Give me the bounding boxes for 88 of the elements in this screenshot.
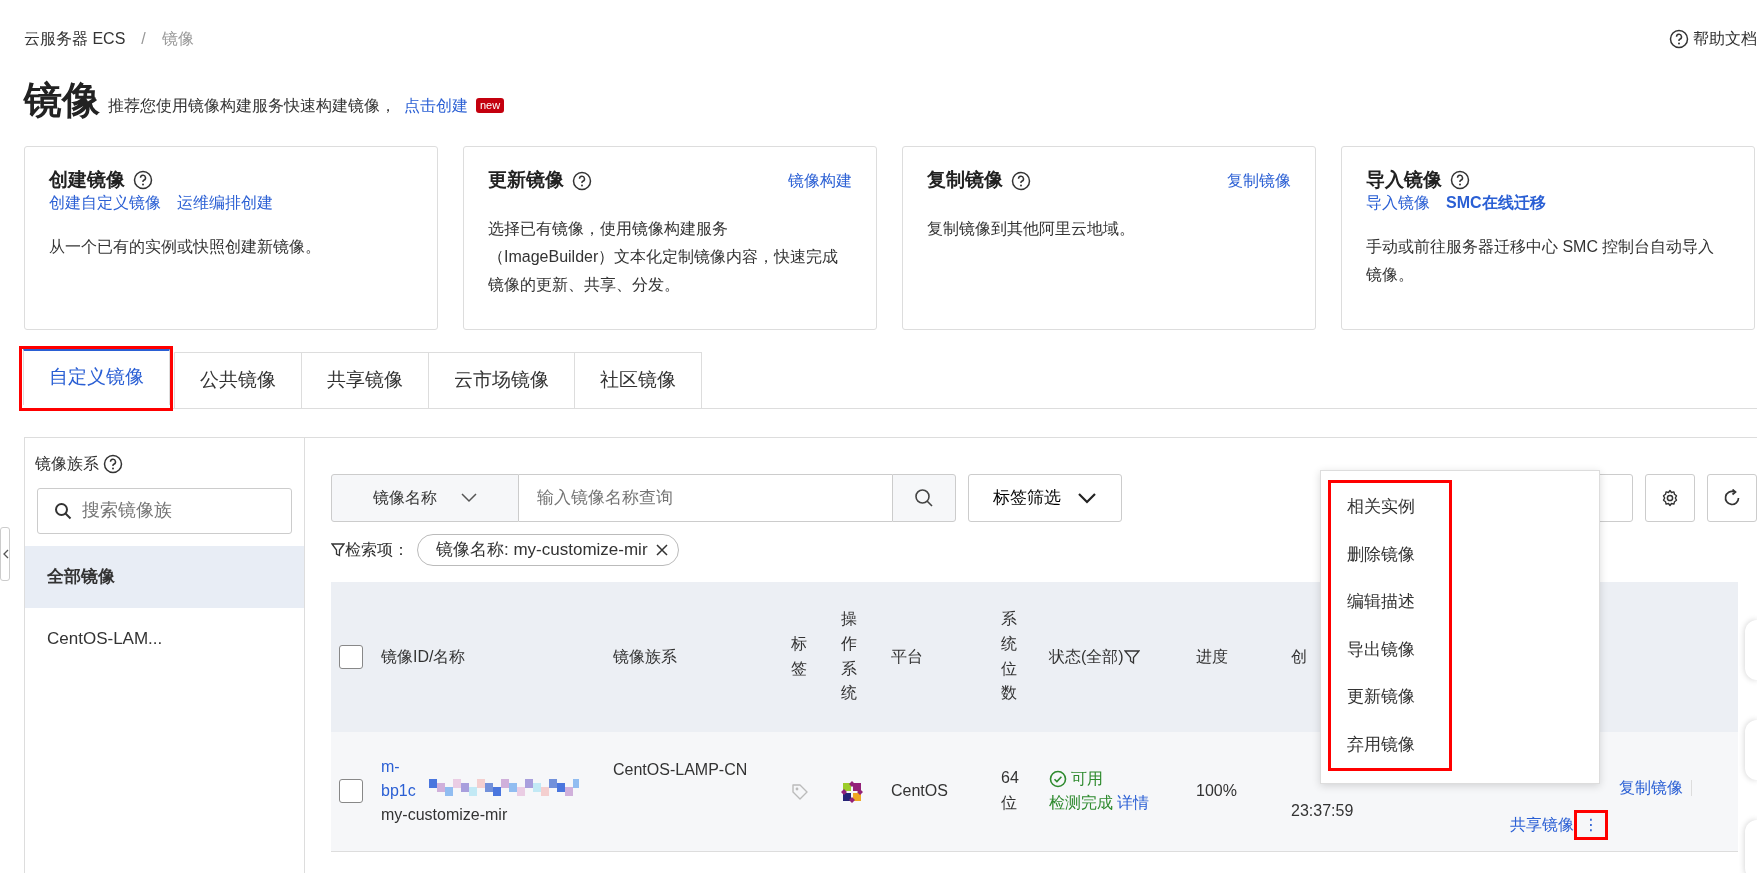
tab[interactable]: 社区镜像 [574, 351, 702, 408]
tag-filter-button[interactable]: 标签筛选 [968, 473, 1122, 522]
menu-item[interactable]: 删除镜像 [1331, 530, 1449, 578]
table-cell: CentOS-LAMP-CN [613, 760, 748, 778]
search-field[interactable]: 输入镜像名称查询 [535, 475, 875, 520]
sidebar-item[interactable]: 全部镜像 [25, 545, 304, 608]
chip-text: 镜像名称: my-customize-mir [436, 538, 648, 561]
page-title: 镜像 [24, 78, 100, 123]
check-status: 检测完成 [1049, 793, 1113, 814]
menu-item[interactable]: 相关实例 [1331, 483, 1449, 531]
column-header: 镜像族系 [613, 647, 677, 665]
status-text: 可用 [1071, 769, 1103, 790]
help-icon [1450, 170, 1470, 190]
check-circle-icon [1049, 770, 1067, 789]
image-id-link[interactable]: m-bp1c [381, 755, 428, 804]
column-header: 镜像ID/名称 [381, 647, 466, 665]
table-cell: CentOS [891, 782, 948, 800]
breadcrumb-item: 镜像 [161, 29, 194, 49]
help-icon [572, 170, 592, 191]
menu-item[interactable]: 更新镜像 [1331, 673, 1449, 721]
tab[interactable]: 公共镜像 [174, 351, 302, 408]
details-link[interactable]: 详情 [1117, 791, 1149, 816]
card-link[interactable]: 复制镜像 [1227, 168, 1291, 193]
settings-button[interactable] [1645, 473, 1695, 522]
card-link[interactable]: 运维编排创建 [177, 191, 273, 216]
collapse-handle[interactable] [0, 527, 10, 581]
card-link[interactable]: 导入镜像 [1366, 191, 1430, 216]
card-link[interactable]: 镜像构建 [788, 168, 852, 193]
search-field[interactable]: 输入镜像名称查询 [519, 473, 892, 522]
column-header: 创 [1291, 647, 1307, 665]
help-link[interactable]: 帮助文档 [1693, 27, 1757, 51]
image-name: my-customize-mir [381, 805, 509, 826]
column-header: 标签 [791, 633, 807, 679]
search-button[interactable] [892, 473, 956, 522]
card-link[interactable]: 创建自定义镜像 [49, 191, 161, 216]
new-badge: new [476, 98, 505, 114]
checkbox[interactable] [339, 779, 363, 804]
help-icon [133, 170, 153, 190]
help-icon [1011, 170, 1031, 191]
card-title: 复制镜像 [927, 169, 1003, 192]
search-icon [54, 501, 72, 520]
share-image-link[interactable]: 共享镜像 [1510, 813, 1574, 838]
filter-icon [331, 542, 345, 557]
chevron-down-icon [461, 492, 477, 503]
tag-icon[interactable] [791, 782, 809, 801]
sidebar-title: 镜像族系 [35, 453, 99, 474]
refresh-button[interactable] [1707, 473, 1757, 522]
column-header: 平台 [891, 647, 923, 665]
card-description: 手动或前往服务器迁移中心 SMC 控制台自动导入镜像。 [1366, 237, 1716, 286]
table-cell-text: 64位 [1001, 768, 1020, 814]
checkbox[interactable] [339, 644, 363, 669]
create-link[interactable]: 点击创建 [404, 93, 468, 118]
breadcrumb-item[interactable]: 云服务器 ECS [24, 27, 126, 51]
card-title: 更新镜像 [488, 169, 564, 192]
close-icon[interactable] [655, 543, 668, 556]
os-logo-icon [841, 780, 863, 803]
chevron-left-icon [3, 549, 9, 559]
settings-icon [1661, 488, 1679, 507]
breadcrumb-separator: / [141, 29, 146, 49]
filter-icon[interactable] [1123, 648, 1140, 665]
chevron-down-icon [1077, 491, 1097, 504]
more-button[interactable]: ⋮ [1574, 810, 1608, 841]
card-description: 复制镜像到其他阿里云地域。 [927, 218, 1136, 239]
card-title: 导入镜像 [1366, 168, 1442, 192]
help-icon [103, 453, 123, 474]
column-header: 进度 [1196, 647, 1228, 665]
help-icon [1669, 29, 1689, 49]
card-title: 创建镜像 [49, 168, 125, 192]
copy-image-link[interactable]: 复制镜像 [1619, 776, 1683, 801]
table-cell: 23:37:59 [1291, 802, 1354, 820]
field-select[interactable]: 镜像名称 [331, 473, 519, 522]
card-description: 选择已有镜像，使用镜像构建服务（ImageBuilder）文本化定制镜像内容，快速完成镜像的更新、共享、分发。 [488, 218, 840, 295]
search-field[interactable]: 搜索镜像族 [37, 487, 292, 534]
table-cell: 100% [1196, 782, 1237, 800]
menu-item[interactable]: 弃用镜像 [1331, 720, 1449, 768]
menu-item[interactable]: 导出镜像 [1331, 625, 1449, 673]
sidebar-item[interactable]: CentOS-LAM... [25, 607, 304, 670]
card-link[interactable]: SMC在线迁移 [1446, 191, 1546, 216]
column-header: 操作系统 [841, 609, 857, 704]
tab[interactable]: 自定义镜像 [23, 348, 170, 405]
refresh-icon [1723, 488, 1741, 507]
page-subtitle: 推荐您使用镜像构建服务快速构建镜像， [108, 95, 396, 116]
search-icon [914, 487, 934, 508]
column-header: 系统位数 [1001, 609, 1017, 704]
menu-item[interactable]: 编辑描述 [1331, 578, 1449, 626]
column-header: 状态(全部) [1049, 646, 1124, 667]
filter-label: 检索项： [345, 539, 409, 560]
card-description: 从一个已有的实例或快照创建新镜像。 [49, 237, 322, 258]
